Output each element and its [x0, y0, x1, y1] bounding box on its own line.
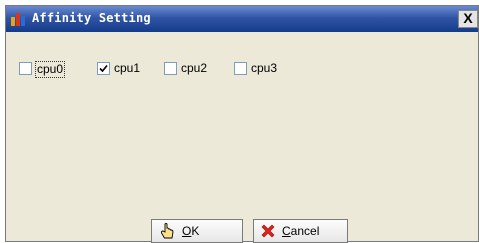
cancel-button[interactable]: Cancel [253, 219, 348, 243]
window-title: Affinity Setting [32, 11, 151, 25]
cancel-mnemonic: C [282, 224, 291, 238]
red-x-icon [260, 223, 278, 239]
cpu0-checkbox[interactable] [19, 62, 32, 75]
cpu0-label[interactable]: cpu0 [35, 61, 66, 78]
cancel-label-rest: ancel [290, 224, 320, 238]
cpu3-checkbox[interactable] [234, 62, 247, 75]
ok-label-rest: K [191, 224, 200, 238]
close-button[interactable]: X [458, 10, 478, 28]
ok-button[interactable]: OK [151, 219, 243, 243]
cpu3-label[interactable]: cpu3 [250, 61, 278, 76]
checkmark-icon [99, 64, 108, 73]
cpu2-label[interactable]: cpu2 [180, 61, 208, 76]
app-icon [10, 11, 26, 27]
cpu1-label[interactable]: cpu1 [113, 61, 141, 76]
dialog-content: cpu0 cpu1 cpu2 cpu3 [6, 32, 478, 241]
cpu2-checkbox[interactable] [164, 62, 177, 75]
affinity-dialog: Affinity Setting X cpu0 cpu1 cpu2 cpu3 O… [5, 5, 479, 243]
hand-pointer-icon [158, 223, 176, 239]
title-bar[interactable]: Affinity Setting X [6, 6, 478, 32]
cpu1-checkbox[interactable] [97, 62, 110, 75]
ok-mnemonic: O [182, 224, 192, 238]
